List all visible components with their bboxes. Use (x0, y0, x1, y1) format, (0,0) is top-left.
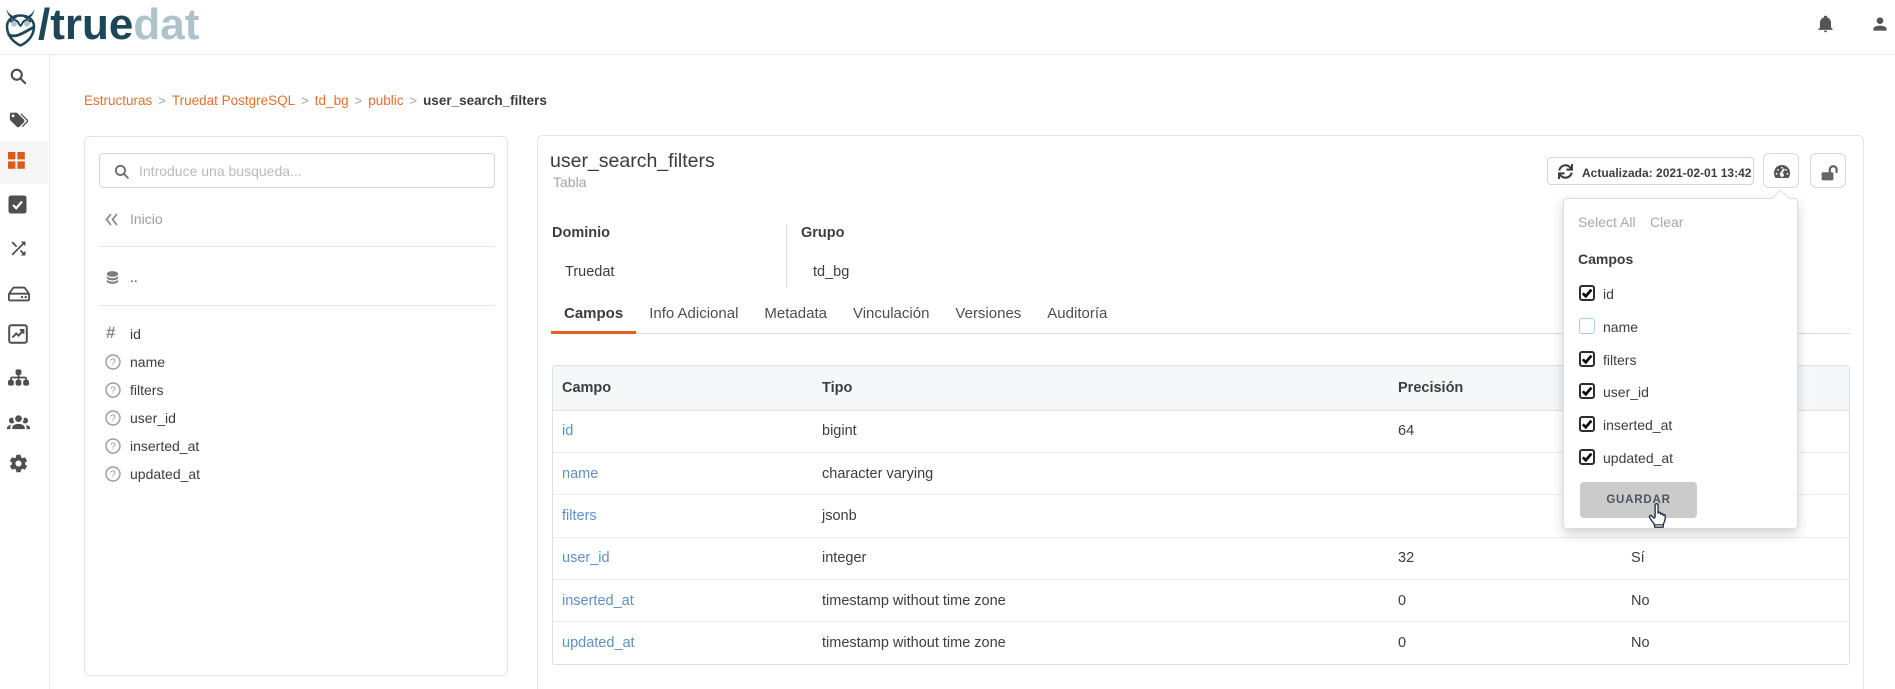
svg-text:?: ? (110, 470, 116, 481)
svg-text:?: ? (110, 414, 116, 425)
svg-text:?: ? (110, 358, 116, 369)
svg-text:?: ? (110, 386, 116, 397)
svg-text:?: ? (110, 442, 116, 453)
